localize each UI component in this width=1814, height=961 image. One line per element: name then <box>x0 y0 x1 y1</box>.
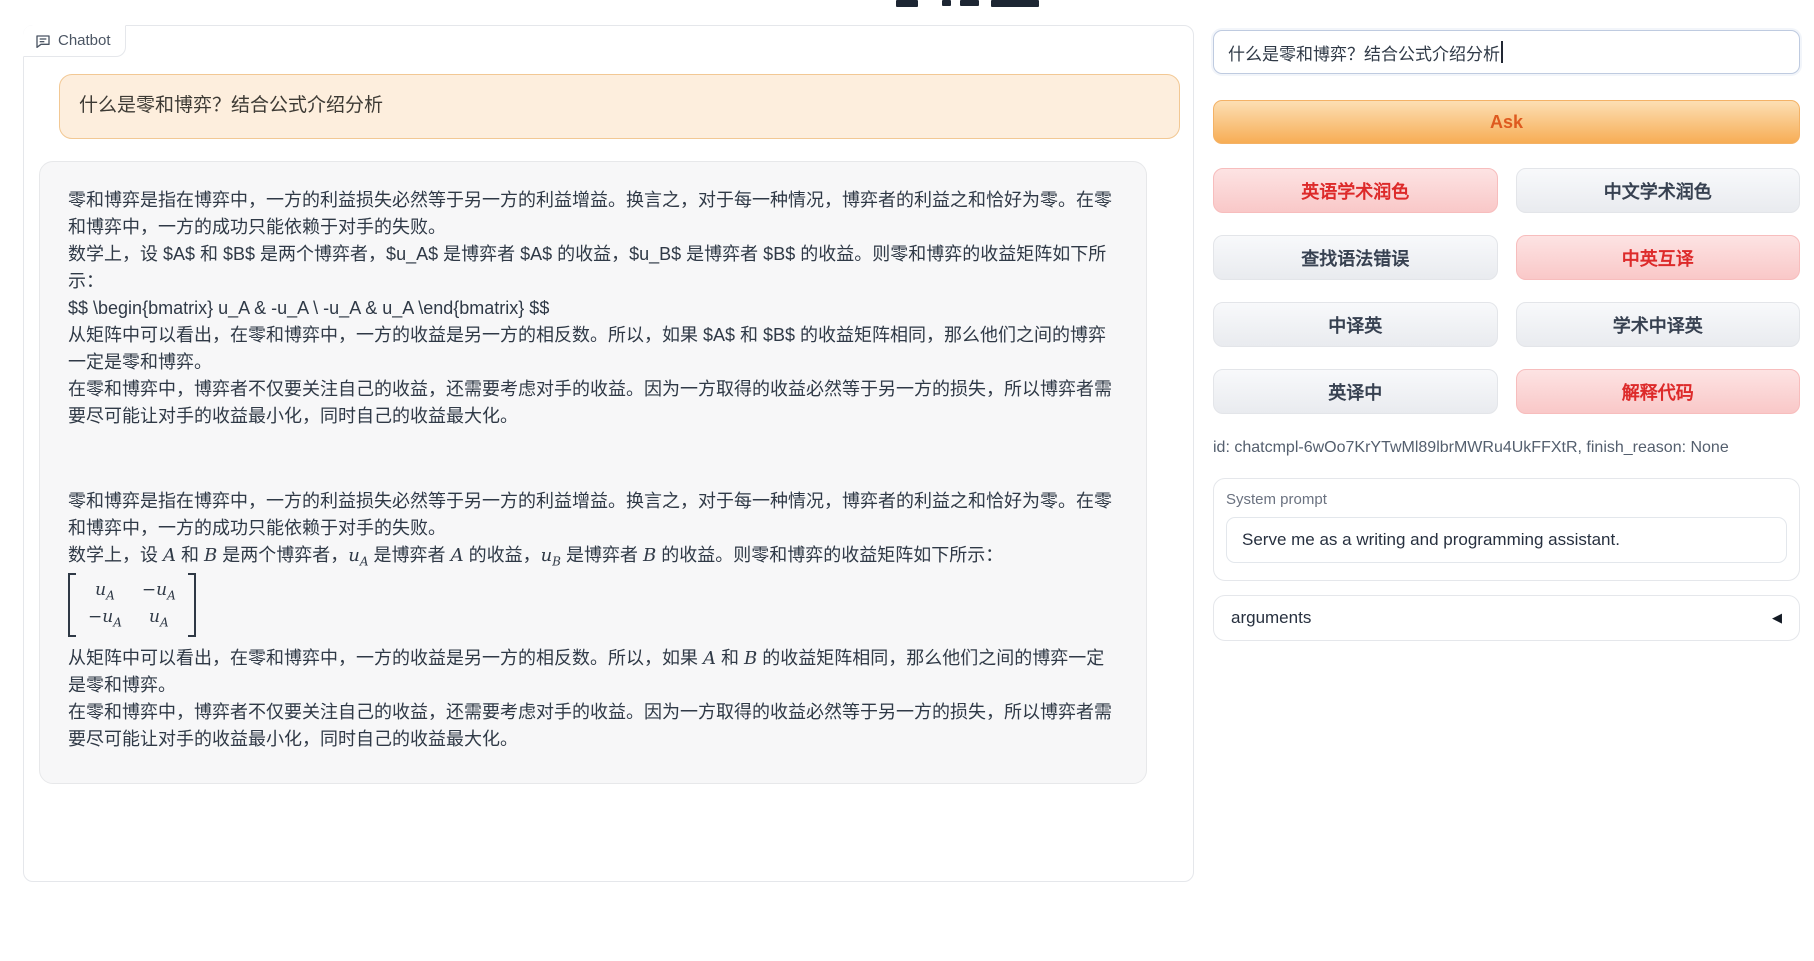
clipped-page-heading <box>896 0 1046 9</box>
response-meta: id: chatcmpl-6wOo7KrYTwMl89lbrMWRu4UkFFX… <box>1213 439 1800 457</box>
btn-academic-zh-to-en[interactable]: 学术中译英 <box>1516 302 1801 347</box>
matrix-right-bracket <box>188 573 196 637</box>
arguments-accordion[interactable]: arguments ◀ <box>1213 595 1800 641</box>
bot-raw-p4: 从矩阵中可以看出，在零和博弈中，一方的收益是另一方的相反数。所以，如果 $A$ … <box>68 322 1118 376</box>
user-message-text: 什么是零和博弈？结合公式介绍分析 <box>79 95 383 116</box>
btn-chinese-academic-polish[interactable]: 中文学术润色 <box>1516 168 1801 213</box>
arguments-accordion-label: arguments <box>1231 608 1311 628</box>
bot-rendered-p5: 在零和博弈中，博弈者不仅要关注自己的收益，还需要考虑对手的收益。因为一方取得的收… <box>68 699 1118 753</box>
text-caret <box>1501 41 1503 63</box>
payoff-matrix: uA −uA −uA uA <box>68 573 196 637</box>
btn-explain-code[interactable]: 解释代码 <box>1516 369 1801 414</box>
btn-zh-en-mutual-translation[interactable]: 中英互译 <box>1516 235 1801 280</box>
bot-rendered-p2: 数学上，设 A 和 B 是两个博弈者，uA 是博弈者 A 的收益，uB 是博弈者… <box>68 542 1118 571</box>
bot-message: 零和博弈是指在博弈中，一方的利益损失必然等于另一方的利益增益。换言之，对于每一种… <box>39 161 1147 784</box>
bot-rendered-block: 零和博弈是指在博弈中，一方的利益损失必然等于另一方的利益增益。换言之，对于每一种… <box>68 488 1118 753</box>
matrix-cell: uA <box>88 578 122 604</box>
question-input[interactable]: 什么是零和博弈？结合公式介绍分析 <box>1213 30 1800 74</box>
matrix-cell: −uA <box>88 605 122 631</box>
bot-rendered-p1: 零和博弈是指在博弈中，一方的利益损失必然等于另一方的利益增益。换言之，对于每一种… <box>68 488 1118 542</box>
ask-button[interactable]: Ask <box>1213 100 1800 144</box>
btn-en-to-zh[interactable]: 英译中 <box>1213 369 1498 414</box>
bot-raw-p1: 零和博弈是指在博弈中，一方的利益损失必然等于另一方的利益增益。换言之，对于每一种… <box>68 187 1118 241</box>
bot-raw-p2: 数学上，设 $A$ 和 $B$ 是两个博弈者，$u_A$ 是博弈者 $A$ 的收… <box>68 241 1118 295</box>
matrix-left-bracket <box>68 573 76 637</box>
btn-zh-to-en[interactable]: 中译英 <box>1213 302 1498 347</box>
bot-rendered-p4: 从矩阵中可以看出，在零和博弈中，一方的收益是另一方的相反数。所以，如果 A 和 … <box>68 645 1118 699</box>
accordion-collapsed-icon: ◀ <box>1772 610 1782 626</box>
question-input-value: 什么是零和博弈？结合公式介绍分析 <box>1228 40 1500 65</box>
system-prompt-label: System prompt <box>1226 491 1787 508</box>
controls-column: 什么是零和博弈？结合公式介绍分析 Ask 英语学术润色 中文学术润色 查找语法错… <box>1213 0 1800 641</box>
matrix-cell: uA <box>142 605 176 631</box>
user-message: 什么是零和博弈？结合公式介绍分析 <box>59 74 1180 139</box>
chat-messages: 什么是零和博弈？结合公式介绍分析 零和博弈是指在博弈中，一方的利益损失必然等于另… <box>24 26 1193 784</box>
chatbot-panel: Chatbot 什么是零和博弈？结合公式介绍分析 零和博弈是指在博弈中，一方的利… <box>23 25 1194 882</box>
chatbot-label-text: Chatbot <box>58 32 111 49</box>
bot-raw-block: 零和博弈是指在博弈中，一方的利益损失必然等于另一方的利益增益。换言之，对于每一种… <box>68 187 1118 430</box>
preset-actions-grid: 英语学术润色 中文学术润色 查找语法错误 中英互译 中译英 学术中译英 英译中 … <box>1213 168 1800 414</box>
chatbot-label: Chatbot <box>23 25 126 57</box>
btn-find-grammar-errors[interactable]: 查找语法错误 <box>1213 235 1498 280</box>
system-prompt-input[interactable]: Serve me as a writing and programming as… <box>1226 517 1787 563</box>
btn-english-academic-polish[interactable]: 英语学术润色 <box>1213 168 1498 213</box>
chatbot-icon <box>35 33 51 49</box>
matrix-cell: −uA <box>142 578 176 604</box>
bot-raw-latex: $$ \begin{bmatrix} u_A & -u_A \ -u_A & u… <box>68 295 1118 322</box>
bot-raw-p5: 在零和博弈中，博弈者不仅要关注自己的收益，还需要考虑对手的收益。因为一方取得的收… <box>68 376 1118 430</box>
system-prompt-group: System prompt Serve me as a writing and … <box>1213 478 1800 581</box>
